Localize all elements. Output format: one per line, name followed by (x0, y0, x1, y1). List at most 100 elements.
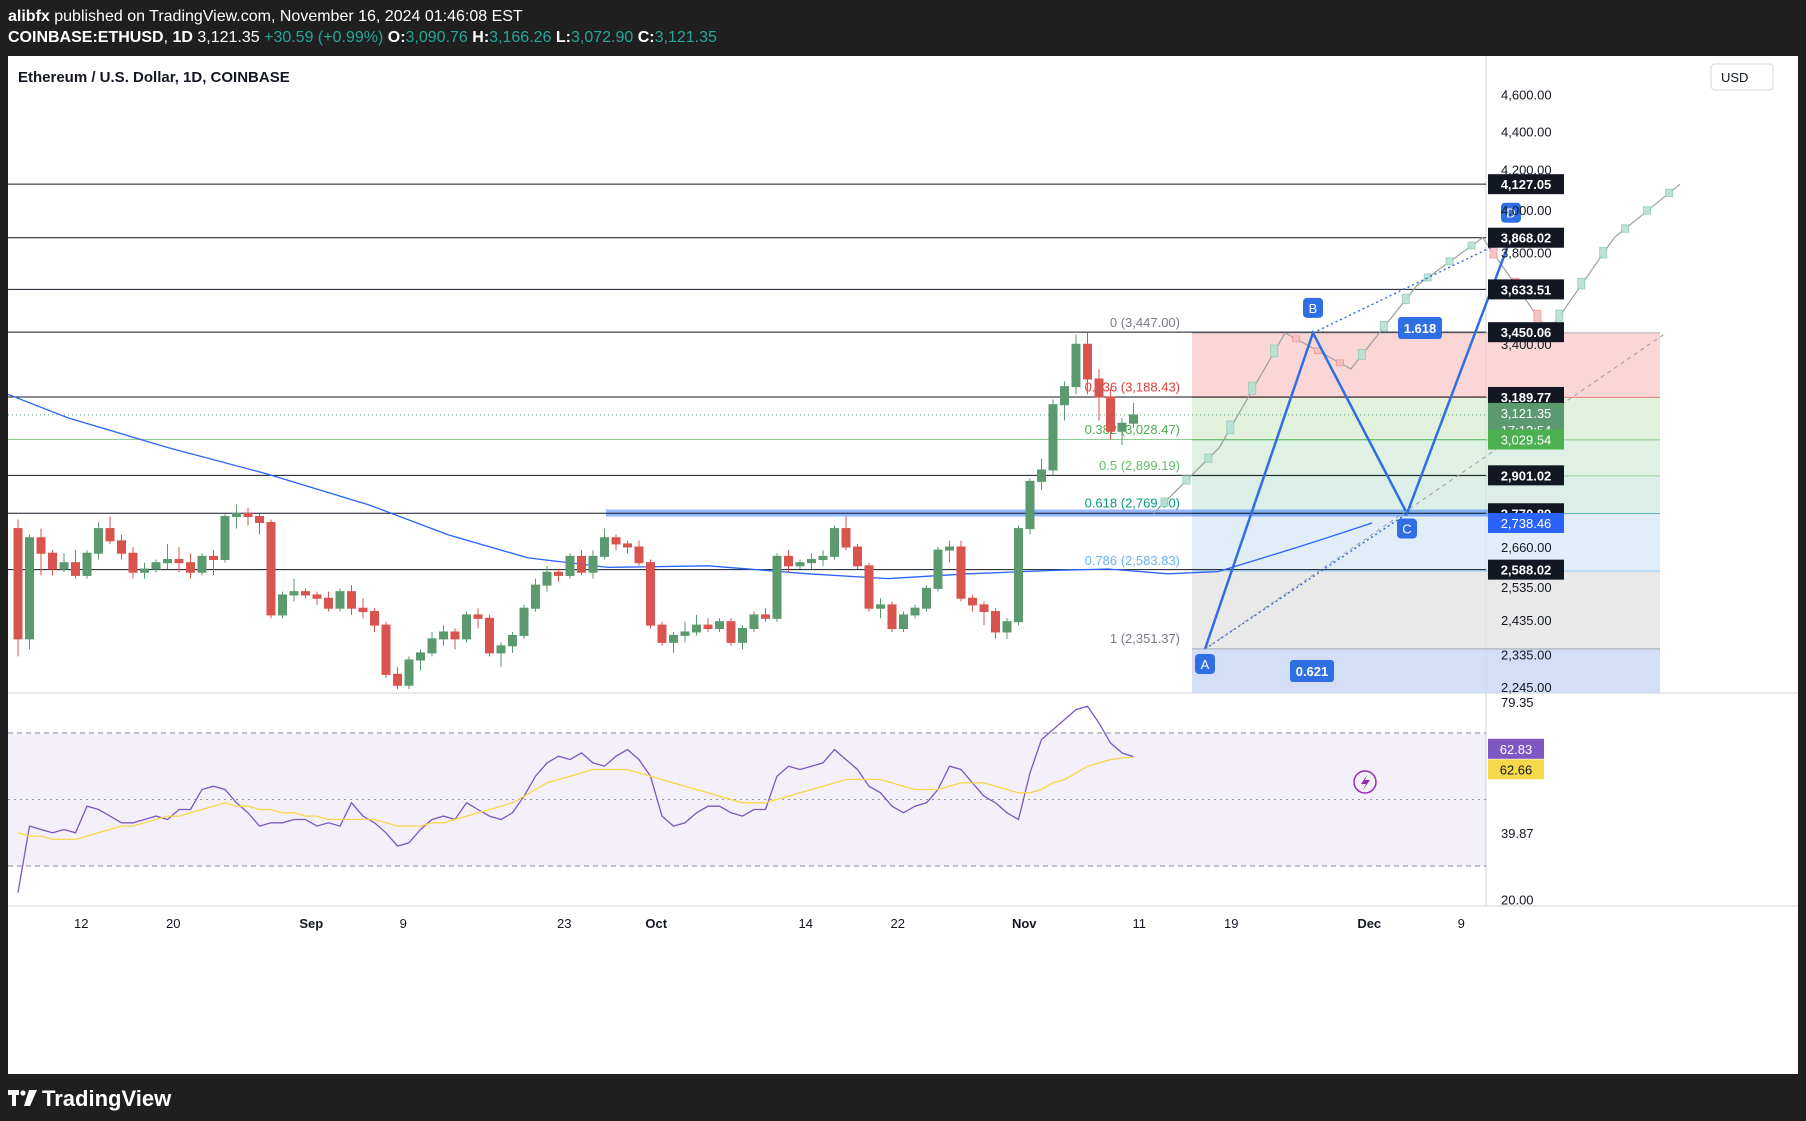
candle-body (623, 543, 632, 548)
candle-body (853, 546, 862, 567)
fib-zone (1192, 332, 1660, 398)
time-axis-tick: 11 (1133, 916, 1147, 931)
projected-candle (1379, 320, 1388, 332)
price-axis-tick: 2,435.00 (1501, 613, 1552, 628)
time-axis-tick: 20 (166, 916, 180, 931)
candle-body (1048, 404, 1058, 471)
pattern-ratio-label: 0.621 (1296, 664, 1329, 679)
candle-body (726, 621, 736, 643)
candle-body (646, 562, 655, 626)
candle-body (197, 555, 207, 573)
level-price-label: 4,127.05 (1501, 177, 1552, 192)
candle-body (71, 562, 80, 576)
chart-area[interactable]: 0 (3,447.00) 0.236 (3,188.43) 0.382 (3,028… (7, 56, 1798, 1074)
pattern-point-label: B (1309, 301, 1318, 316)
candle-body (945, 546, 954, 551)
candle-body (220, 516, 230, 561)
author-name[interactable]: alibfx (8, 8, 50, 25)
candle-body (887, 604, 897, 630)
candle-body (140, 568, 149, 573)
chart-svg[interactable]: 0 (3,447.00)0.236 (3,188.43)0.382 (3,028… (7, 56, 1798, 1074)
candle-body (703, 624, 713, 630)
timeframe: 1D (172, 29, 193, 46)
time-axis-tick: Oct (645, 916, 667, 931)
candle-body (209, 555, 218, 561)
candle-body (577, 555, 586, 573)
candle-body (784, 555, 793, 567)
currency-label[interactable]: USD (1721, 70, 1748, 85)
candle-body (588, 555, 598, 573)
candle-body (933, 549, 943, 589)
fib-level-label: 0.5 (2,899.19) (1099, 458, 1180, 473)
candle-body (59, 562, 69, 570)
projected-candle (1445, 257, 1454, 266)
candle-body (956, 546, 966, 599)
rsi-value-label: 62.66 (1500, 762, 1533, 777)
candle-body (508, 634, 517, 647)
candle-body (795, 562, 805, 567)
rsi-axis-tick: 79.35 (1501, 695, 1534, 710)
candle-body (1014, 528, 1023, 623)
footer: TradingView (0, 1074, 1806, 1121)
rsi-axis-tick: 39.87 (1501, 826, 1534, 841)
time-axis-tick: 19 (1224, 916, 1238, 931)
candle-body (324, 597, 333, 609)
price-axis-tick: 4,000.00 (1501, 203, 1552, 218)
fib-level-label: 0.382 (3,028.47) (1085, 422, 1180, 437)
candle-body (496, 645, 506, 654)
candle-body (255, 516, 264, 524)
candle-body (991, 611, 1000, 633)
candle-body (531, 584, 540, 609)
symbol-name[interactable]: COINBASE:ETHUSD (8, 29, 164, 46)
rsi-value-label: 62.83 (1500, 742, 1533, 757)
candle-body (749, 614, 759, 630)
candle-body (818, 555, 828, 561)
time-axis-tick: 9 (400, 916, 407, 931)
candle-body (243, 513, 253, 518)
low-label: L: (555, 29, 571, 46)
candle-body (715, 621, 724, 630)
projected-candle (1160, 497, 1169, 507)
low-value: 3,072.90 (571, 29, 634, 46)
time-axis-tick: Sep (299, 916, 323, 931)
fib-zone (1192, 570, 1660, 649)
time-axis-tick: 9 (1458, 916, 1465, 931)
publish-line: alibfx published on TradingView.com, Nov… (8, 8, 523, 26)
pattern-point-label: A (1201, 657, 1210, 672)
fib-level-label: 1 (2,351.37) (1110, 631, 1180, 646)
fib-zone (1192, 648, 1660, 693)
candle-body (186, 562, 195, 573)
pattern-point-label: C (1402, 522, 1411, 537)
fib-zone (1192, 513, 1660, 571)
candle-body (105, 528, 115, 542)
candle-body (611, 537, 621, 545)
candle-body (13, 528, 23, 640)
high-label: H: (472, 29, 490, 46)
close-label: C: (637, 29, 655, 46)
projected-candle (1467, 241, 1476, 250)
candle-body (1037, 469, 1046, 482)
level-price-label: 2,588.02 (1501, 563, 1552, 578)
candle-body (1117, 422, 1127, 432)
price-change: +30.59 (+0.99%) (264, 29, 384, 46)
projected-candle (1401, 293, 1410, 305)
candle-body (830, 528, 839, 557)
candle-body (922, 587, 931, 609)
tradingview-logo[interactable]: TradingView (8, 1086, 171, 1112)
projected-candle (1270, 344, 1279, 358)
candle-body (657, 624, 667, 643)
candle-body (393, 673, 402, 686)
time-axis-tick: 22 (891, 916, 905, 931)
candle-body (979, 604, 989, 613)
tradingview-icon (8, 1090, 37, 1106)
candle-body (554, 571, 563, 576)
open-value: 3,090.76 (405, 29, 468, 46)
price-axis-tick: 4,400.00 (1501, 124, 1552, 139)
time-axis-tick: 12 (74, 916, 88, 931)
candle-body (358, 607, 368, 613)
candle-body (163, 559, 172, 564)
price-axis-tick: 2,245.00 (1501, 680, 1552, 695)
price-tag-label: 2,738.46 (1501, 516, 1552, 531)
time-axis-tick: 23 (557, 916, 571, 931)
symbol-line: COINBASE:ETHUSD, 1D 3,121.35 +30.59 (+0.… (8, 29, 717, 46)
